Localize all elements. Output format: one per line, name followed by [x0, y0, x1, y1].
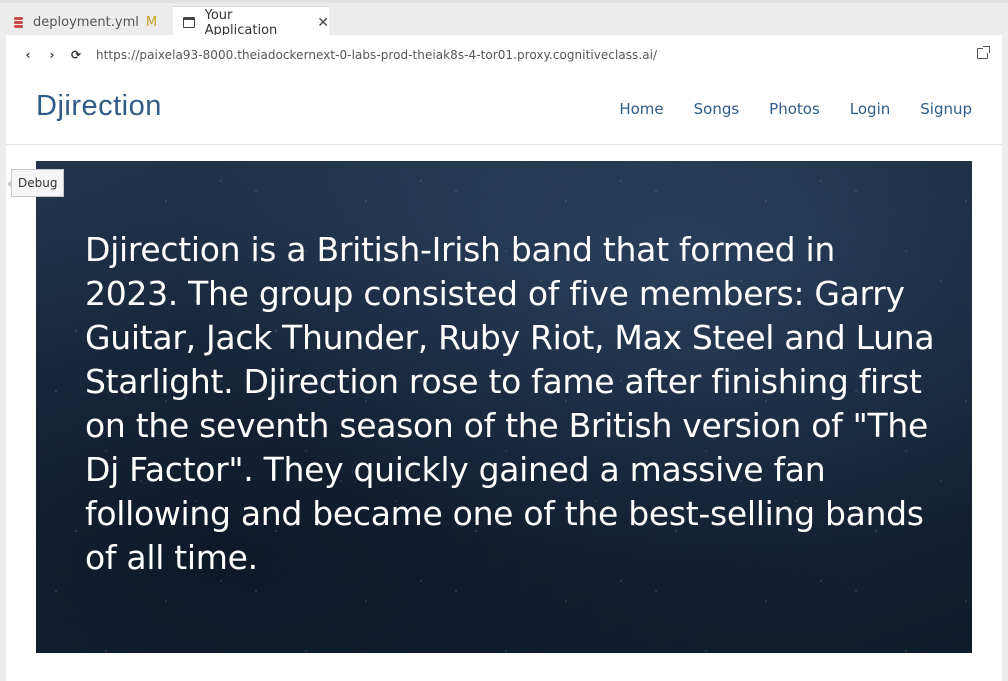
main-menu: Home Songs Photos Login Signup: [619, 100, 972, 118]
nav-link-signup[interactable]: Signup: [920, 100, 972, 118]
forward-icon[interactable]: ›: [40, 48, 64, 62]
hero-banner: Djirection is a British-Irish band that …: [36, 161, 972, 653]
nav-link-photos[interactable]: Photos: [769, 100, 820, 118]
reload-icon[interactable]: ⟳: [64, 48, 88, 62]
tab-deployment-yml[interactable]: deployment.yml M: [0, 6, 172, 38]
debug-tooltip[interactable]: Debug: [6, 169, 65, 197]
nav-link-songs[interactable]: Songs: [694, 100, 740, 118]
tab-label: Your Application: [204, 7, 278, 38]
back-icon[interactable]: ‹: [16, 48, 40, 62]
nav-link-login[interactable]: Login: [850, 100, 890, 118]
browser-url-bar: ‹ › ⟳ https://paixela93-8000.theiadocker…: [6, 35, 1002, 75]
database-icon: [14, 16, 23, 28]
editor-tab-bar: deployment.yml M Your Application ✕: [0, 0, 1008, 38]
tab-label: deployment.yml: [33, 14, 139, 30]
external-link-icon[interactable]: [977, 46, 990, 59]
site-navbar: Djirection Home Songs Photos Login Signu…: [6, 75, 1002, 145]
tab-your-application[interactable]: Your Application ✕: [173, 6, 329, 38]
nav-link-home[interactable]: Home: [619, 100, 663, 118]
hero-description: Djirection is a British-Irish band that …: [85, 230, 935, 577]
brand-logo[interactable]: Djirection: [36, 90, 162, 123]
modified-badge: M: [145, 14, 158, 30]
url-field[interactable]: https://paixela93-8000.theiadockernext-0…: [96, 48, 657, 62]
preview-frame: ‹ › ⟳ https://paixela93-8000.theiadocker…: [6, 35, 1002, 681]
window-icon: [183, 17, 195, 28]
close-icon[interactable]: ✕: [317, 15, 329, 31]
